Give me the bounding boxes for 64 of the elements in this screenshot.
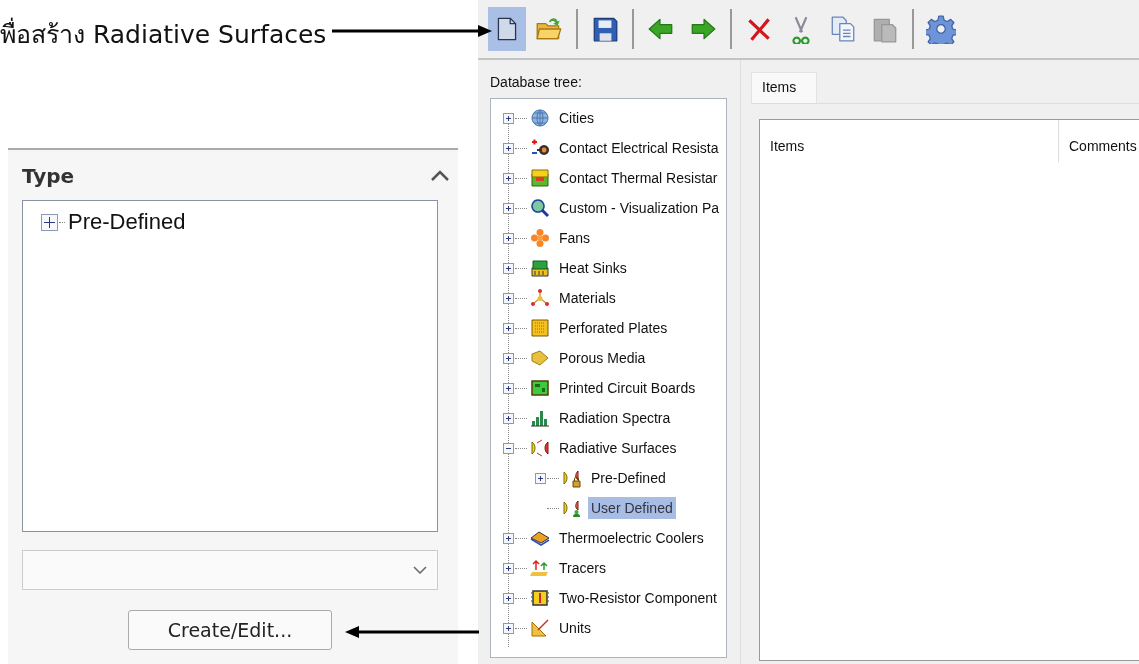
expand-toggle[interactable] [503, 562, 514, 574]
tree-item[interactable]: Two-Resistor Component [556, 587, 720, 609]
tree-item[interactable]: User Defined [588, 497, 676, 519]
type-title: Type [22, 164, 75, 188]
tree-item[interactable]: Units [556, 617, 594, 639]
tree-item[interactable]: Printed Circuit Boards [556, 377, 699, 399]
tree-item[interactable]: Pre-Defined [588, 467, 669, 489]
tree-item[interactable]: Pre-Defined [68, 209, 186, 235]
fan-icon [530, 228, 550, 248]
expand-toggle[interactable] [503, 442, 514, 454]
tree-item[interactable]: Thermoelectric Coolers [556, 527, 707, 549]
tree-item[interactable]: Radiation Spectra [556, 407, 674, 429]
reflector-icon [530, 438, 550, 458]
collapse-chevron-icon[interactable] [430, 170, 450, 182]
expand-toggle[interactable] [503, 202, 514, 214]
tree-item[interactable]: Fans [556, 227, 594, 249]
reflector-person-icon [562, 498, 582, 518]
molecule-icon [530, 288, 550, 308]
tree-item[interactable]: Radiative Surfaces [556, 437, 680, 459]
circuit-board-icon [530, 378, 550, 398]
expand-toggle[interactable] [503, 322, 514, 334]
column-header[interactable]: Comments [1059, 120, 1139, 162]
gear-icon [926, 14, 956, 44]
reflector-lock-icon [562, 468, 582, 488]
database-tree-label: Database tree: [490, 74, 583, 90]
tree-item[interactable]: Contact Electrical Resista [556, 137, 722, 159]
wedge-icon [530, 348, 550, 368]
column-header[interactable]: Items [760, 120, 1059, 162]
expand-toggle[interactable] [503, 622, 514, 634]
expand-toggle[interactable] [503, 352, 514, 364]
tree-item[interactable]: Perforated Plates [556, 317, 671, 339]
terminal-icon [530, 138, 550, 158]
tree-item[interactable]: Contact Thermal Resistar [556, 167, 721, 189]
tree-item[interactable]: Materials [556, 287, 619, 309]
expand-toggle[interactable] [41, 213, 58, 231]
tree-item[interactable]: Porous Media [556, 347, 649, 369]
chevron-down-icon [413, 566, 427, 574]
heat-sink-icon [530, 258, 550, 278]
expand-toggle[interactable] [503, 172, 514, 184]
tree-item[interactable]: Heat Sinks [556, 257, 630, 279]
tree-item[interactable]: Cities [556, 107, 597, 129]
bar-graph-icon [530, 408, 550, 428]
chip-icon [530, 588, 550, 608]
create-edit-button[interactable]: Create/Edit... [128, 610, 332, 650]
arrows-icon [530, 558, 550, 578]
expand-toggle[interactable] [503, 382, 514, 394]
perforated-plate-icon [530, 318, 550, 338]
caption-text: พื่อสร้าง Radiative Surfaces [0, 0, 327, 60]
tree-item[interactable]: Custom - Visualization Pa [556, 197, 723, 219]
expand-toggle[interactable] [503, 592, 514, 604]
new-button[interactable] [488, 7, 526, 51]
expand-toggle[interactable] [503, 232, 514, 244]
expand-toggle[interactable] [503, 532, 514, 544]
box-icon [530, 168, 550, 188]
magnifier-icon [530, 198, 550, 218]
expand-toggle[interactable] [503, 262, 514, 274]
tab[interactable]: Items [751, 72, 818, 103]
expand-toggle[interactable] [535, 472, 546, 484]
expand-toggle[interactable] [503, 412, 514, 424]
expand-toggle[interactable] [503, 142, 514, 154]
expand-toggle[interactable] [503, 112, 514, 124]
expand-toggle[interactable] [503, 292, 514, 304]
globe-icon [530, 108, 550, 128]
tree-item[interactable]: Tracers [556, 557, 609, 579]
